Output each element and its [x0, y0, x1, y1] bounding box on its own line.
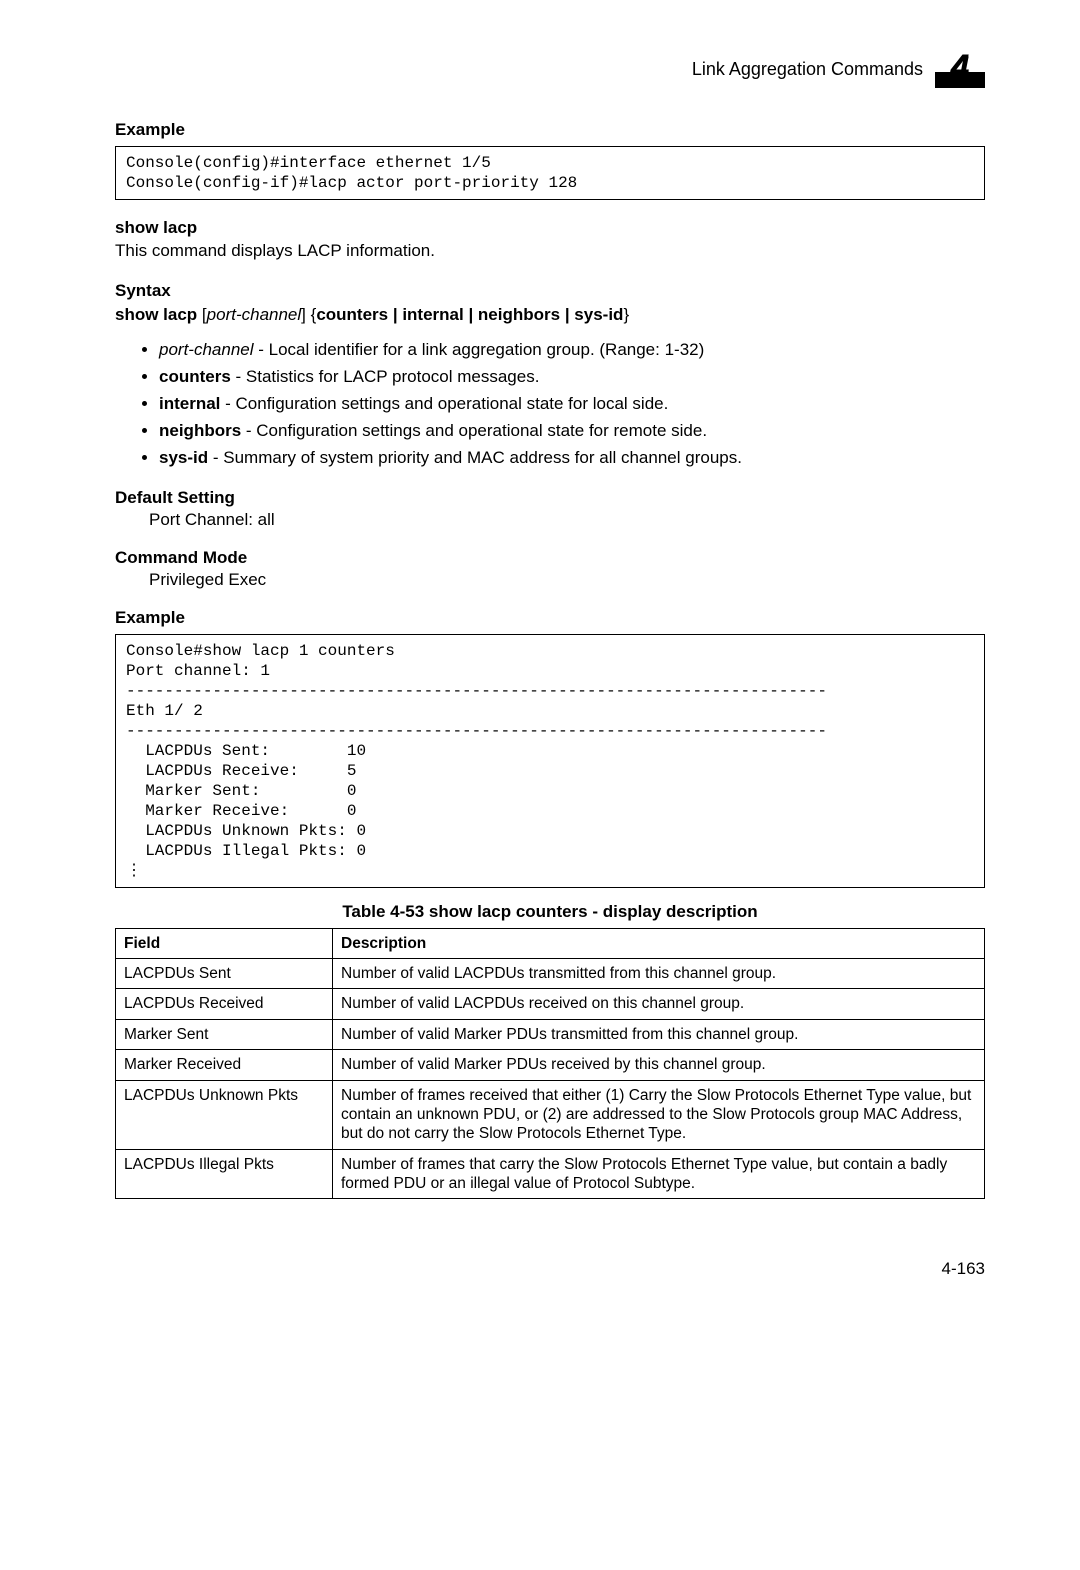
param-name: neighbors — [159, 421, 241, 440]
page-number: 4-163 — [942, 1259, 985, 1278]
syntax-heading: Syntax — [115, 281, 985, 301]
table-cell-field: LACPDUs Illegal Pkts — [116, 1149, 333, 1199]
param-desc: - Configuration settings and operational… — [241, 421, 707, 440]
table-cell-desc: Number of valid LACPDUs transmitted from… — [333, 959, 985, 989]
param-desc: - Local identifier for a link aggregatio… — [254, 340, 705, 359]
table-header-field: Field — [116, 928, 333, 958]
table-cell-field: LACPDUs Sent — [116, 959, 333, 989]
table-cell-desc: Number of valid Marker PDUs received by … — [333, 1050, 985, 1080]
table-row: LACPDUs Received Number of valid LACPDUs… — [116, 989, 985, 1019]
command-mode-value: Privileged Exec — [149, 570, 985, 590]
description-table: Field Description LACPDUs Sent Number of… — [115, 928, 985, 1200]
table-header-desc: Description — [333, 928, 985, 958]
page-container: Link Aggregation Commands 4 4 Example Co… — [0, 0, 1080, 1319]
syntax-bracket-close: ] — [301, 305, 306, 324]
page-header: Link Aggregation Commands 4 4 — [115, 50, 985, 88]
page-footer: 4-163 — [115, 1259, 985, 1279]
code-block-2: Console#show lacp 1 counters Port channe… — [115, 634, 985, 888]
syntax-arg: port-channel — [207, 305, 302, 324]
table-header-row: Field Description — [116, 928, 985, 958]
svg-text:4: 4 — [950, 50, 970, 86]
chapter-number-icon: 4 4 — [935, 50, 985, 88]
show-lacp-description: This command displays LACP information. — [115, 240, 985, 263]
table-row: Marker Sent Number of valid Marker PDUs … — [116, 1019, 985, 1049]
table-cell-field: LACPDUs Unknown Pkts — [116, 1080, 333, 1149]
code-block-1: Console(config)#interface ethernet 1/5 C… — [115, 146, 985, 200]
table-cell-desc: Number of frames that carry the Slow Pro… — [333, 1149, 985, 1199]
example-heading-1: Example — [115, 120, 985, 140]
list-item: port-channel - Local identifier for a li… — [159, 339, 985, 362]
table-row: LACPDUs Sent Number of valid LACPDUs tra… — [116, 959, 985, 989]
param-name: port-channel — [159, 340, 254, 359]
param-name: sys-id — [159, 448, 208, 467]
syntax-cmd: show lacp — [115, 305, 197, 324]
list-item: counters - Statistics for LACP protocol … — [159, 366, 985, 389]
example-heading-2: Example — [115, 608, 985, 628]
param-name: internal — [159, 394, 220, 413]
table-cell-desc: Number of frames received that either (1… — [333, 1080, 985, 1149]
table-row: LACPDUs Unknown Pkts Number of frames re… — [116, 1080, 985, 1149]
syntax-brace-close: } — [623, 305, 629, 324]
table-cell-field: Marker Sent — [116, 1019, 333, 1049]
command-mode-heading: Command Mode — [115, 548, 985, 568]
table-row: Marker Received Number of valid Marker P… — [116, 1050, 985, 1080]
table-cell-field: Marker Received — [116, 1050, 333, 1080]
header-title: Link Aggregation Commands — [692, 59, 923, 80]
list-item: internal - Configuration settings and op… — [159, 393, 985, 416]
param-desc: - Statistics for LACP protocol messages. — [231, 367, 540, 386]
default-setting-value: Port Channel: all — [149, 510, 985, 530]
table-cell-field: LACPDUs Received — [116, 989, 333, 1019]
table-cell-desc: Number of valid Marker PDUs transmitted … — [333, 1019, 985, 1049]
syntax-line: show lacp [port-channel] {counters | int… — [115, 305, 985, 325]
param-name: counters — [159, 367, 231, 386]
syntax-options: counters | internal | neighbors | sys-id — [316, 305, 623, 324]
parameter-list: port-channel - Local identifier for a li… — [115, 339, 985, 470]
table-row: LACPDUs Illegal Pkts Number of frames th… — [116, 1149, 985, 1199]
table-caption: Table 4-53 show lacp counters - display … — [115, 902, 985, 922]
list-item: sys-id - Summary of system priority and … — [159, 447, 985, 470]
list-item: neighbors - Configuration settings and o… — [159, 420, 985, 443]
param-desc: - Configuration settings and operational… — [220, 394, 668, 413]
param-desc: - Summary of system priority and MAC add… — [208, 448, 742, 467]
show-lacp-heading: show lacp — [115, 218, 985, 238]
default-setting-heading: Default Setting — [115, 488, 985, 508]
table-cell-desc: Number of valid LACPDUs received on this… — [333, 989, 985, 1019]
